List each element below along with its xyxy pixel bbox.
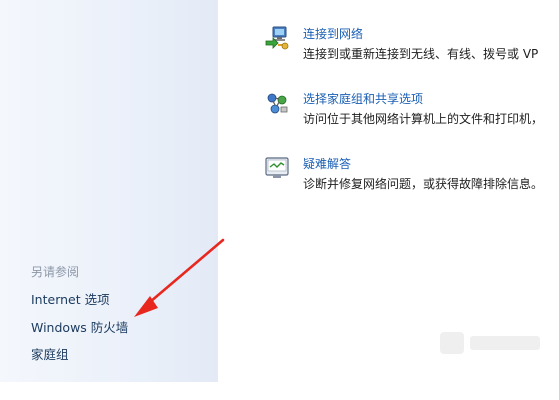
network-connect-icon[interactable] xyxy=(264,25,290,51)
task-connect-network: 连接到网络 连接到或重新连接到无线、有线、拨号或 VP xyxy=(264,25,559,69)
watermark xyxy=(440,332,540,354)
connect-network-description: 连接到或重新连接到无线、有线、拨号或 VP xyxy=(303,47,539,61)
homegroup-sharing-icon[interactable] xyxy=(264,90,290,116)
see-also-header: 另请参阅 xyxy=(31,265,80,279)
task-troubleshoot: 疑难解答 诊断并修复网络问题，或获得故障排除信息。 xyxy=(264,155,559,199)
homegroup-sharing-link[interactable]: 选择家庭组和共享选项 xyxy=(303,90,423,107)
task-homegroup-sharing: 选择家庭组和共享选项 访问位于其他网络计算机上的文件和打印机， xyxy=(264,90,559,134)
homegroup-sharing-description: 访问位于其他网络计算机上的文件和打印机， xyxy=(303,112,544,126)
control-panel-window: 另请参阅 Internet 选项 Windows 防火墙 家庭组 连接到网络 连… xyxy=(0,0,559,400)
left-pane: 另请参阅 Internet 选项 Windows 防火墙 家庭组 xyxy=(0,0,218,382)
troubleshoot-description: 诊断并修复网络问题，或获得故障排除信息。 xyxy=(303,177,544,191)
windows-firewall-link[interactable]: Windows 防火墙 xyxy=(31,317,128,336)
homegroup-link[interactable]: 家庭组 xyxy=(31,344,69,363)
internet-options-link[interactable]: Internet 选项 xyxy=(31,289,110,308)
connect-network-link[interactable]: 连接到网络 xyxy=(303,25,363,42)
troubleshoot-icon[interactable] xyxy=(264,155,290,181)
troubleshoot-link[interactable]: 疑难解答 xyxy=(303,155,351,172)
